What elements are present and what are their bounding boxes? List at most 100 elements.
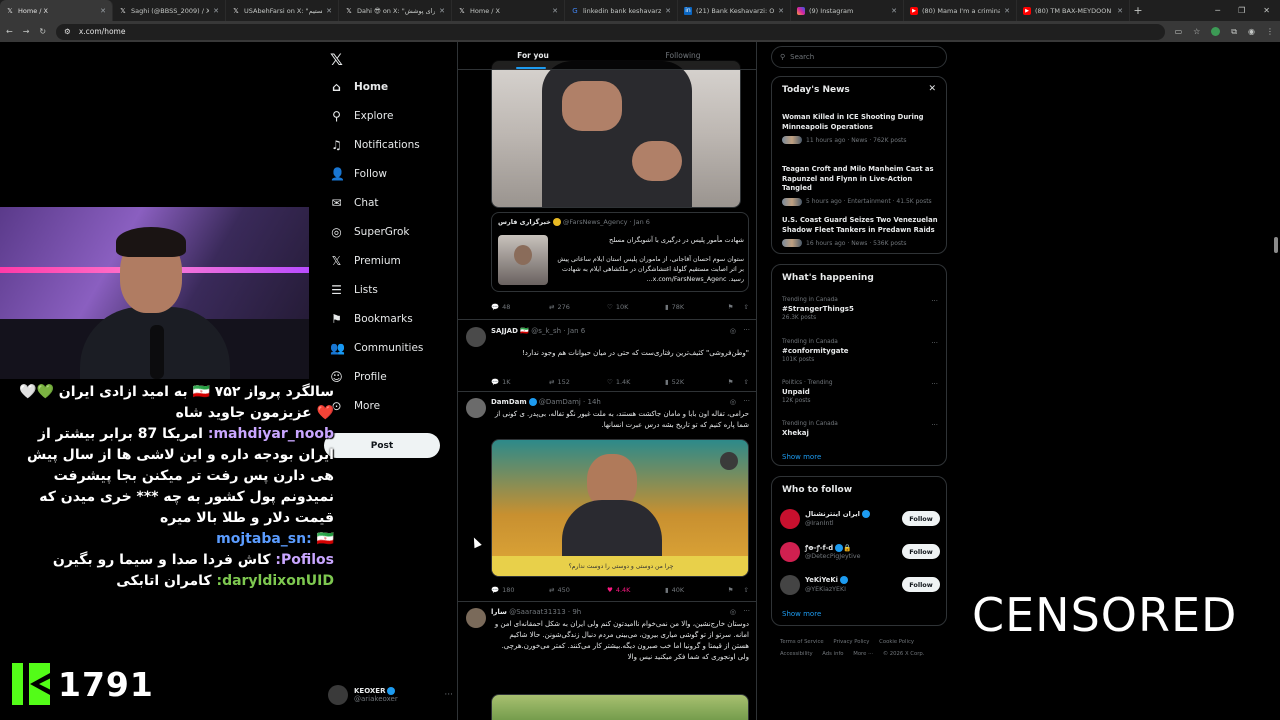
nav-more[interactable]: ⊙ More (330, 396, 380, 416)
reply-button[interactable]: 💬 180 (491, 586, 549, 594)
follow-button[interactable]: Follow (902, 577, 940, 592)
scrollbar-thumb[interactable] (1274, 237, 1278, 253)
footer-link[interactable]: Ads info (822, 651, 843, 657)
tweet-image[interactable] (491, 694, 749, 720)
reply-button[interactable]: 💬 1K (491, 378, 549, 386)
trend-item[interactable]: Trending in Canada Xhekaj ··· (782, 421, 938, 437)
nav-explore[interactable]: ⚲ Explore (330, 106, 393, 126)
reload-icon[interactable]: ↻ (39, 27, 46, 36)
show-more-link[interactable]: Show more (782, 610, 821, 618)
follow-suggestion[interactable]: ایران اینترنشنال @IranIntl Follow (780, 507, 940, 531)
search-input[interactable]: ⚲ Search (771, 46, 947, 68)
follow-suggestion[interactable]: YeKiYeKi @YEKiazYEKI Follow (780, 573, 940, 597)
quoted-tweet[interactable]: خبرگزاری فارس @FarsNews_Agency · Jan 6 ش… (491, 212, 749, 292)
close-tab-icon[interactable]: ✕ (326, 7, 332, 15)
more-options-icon[interactable]: ··· (931, 421, 938, 429)
browser-tab[interactable]: in(21) Bank Keshavarzi: Overvie✕ (678, 0, 791, 21)
tweet-image[interactable] (491, 60, 741, 208)
cast-icon[interactable]: ▭ (1175, 27, 1183, 36)
more-options-icon[interactable]: ··· (931, 297, 938, 305)
url-field[interactable]: ⚙ x.com/home (56, 23, 1165, 40)
nav-home[interactable]: ⌂ Home (330, 77, 388, 97)
more-options-icon[interactable]: ··· (743, 607, 750, 615)
browser-tab[interactable]: 𝕏 Saghi (@BBSS_2009) / X ✕ (113, 0, 226, 21)
close-tab-icon[interactable]: ✕ (891, 7, 897, 15)
footer-link[interactable]: Privacy Policy (833, 639, 869, 645)
nav-lists[interactable]: ☰ Lists (330, 280, 378, 300)
more-options-icon[interactable]: ··· (743, 397, 750, 405)
more-options-icon[interactable]: ··· (931, 380, 938, 388)
bookmark-icon[interactable]: ⚑ (728, 303, 734, 311)
browser-tab[interactable]: (9) Instagram ✕ (791, 0, 904, 21)
retweet-button[interactable]: ⇄ 276 (549, 303, 607, 311)
retweet-button[interactable]: ⇄ 450 (549, 586, 607, 594)
close-tab-icon[interactable]: ✕ (1117, 7, 1123, 15)
tweet[interactable]: سارا @Saaraat31313 · 9h ◎ ··· دوستان خار… (458, 602, 756, 720)
account-switcher[interactable]: KEOXER @ariakeoxer ··· (328, 685, 453, 705)
share-icon[interactable]: ⇧ (744, 378, 749, 386)
nav-follow[interactable]: 👤 Follow (330, 164, 387, 184)
footer-link[interactable]: Accessibility (780, 651, 813, 657)
trend-item[interactable]: Politics · Trending Unpaid 12K posts ··· (782, 380, 938, 404)
trend-item[interactable]: Trending in Canada #conformitygate 101K … (782, 339, 938, 363)
follow-suggestion[interactable]: ꝭꝋ-ꝭ-f-d 🔒 @DetecPigJeytive Follow (780, 540, 940, 564)
browser-tab[interactable]: ▶(80) TM BAX-MEYDOON OFFI✕ (1017, 0, 1130, 21)
follow-button[interactable]: Follow (902, 511, 940, 526)
tab-for-you[interactable]: For you (458, 42, 608, 69)
more-options-icon[interactable]: ··· (444, 690, 453, 700)
nav-communities[interactable]: 👥 Communities (330, 338, 423, 358)
more-options-icon[interactable]: ··· (743, 326, 750, 334)
footer-link[interactable]: Terms of Service (780, 639, 824, 645)
like-button[interactable]: ♥ 4.4K (607, 586, 665, 594)
browser-tab[interactable]: Glinkedin bank keshavarzi - Go✕ (565, 0, 678, 21)
close-tab-icon[interactable]: ✕ (552, 7, 558, 15)
views-button[interactable]: ▮ 40K (665, 586, 723, 594)
close-tab-icon[interactable]: ✕ (778, 7, 784, 15)
close-tab-icon[interactable]: ✕ (439, 7, 445, 15)
tweet[interactable]: SAJJAD 🇮🇷 @s_k_sh · Jan 6 ◎ ··· "وطن‌فرو… (458, 320, 756, 392)
share-icon[interactable]: ⇧ (744, 586, 749, 594)
x-logo-icon[interactable]: 𝕏 (330, 50, 343, 69)
forward-icon[interactable]: → (23, 27, 30, 36)
nav-bookmarks[interactable]: ⚑ Bookmarks (330, 309, 413, 329)
tweet-video[interactable]: چرا من دوستی و دوستی را دوست ندارم؟ (491, 439, 749, 577)
close-tab-icon[interactable]: ✕ (213, 7, 219, 15)
browser-menu-icon[interactable]: ⋮ (1266, 27, 1274, 36)
news-item[interactable]: Woman Killed in ICE Shooting During Minn… (782, 113, 938, 144)
grok-icon[interactable]: ◎ (730, 398, 736, 406)
more-options-icon[interactable]: ··· (931, 339, 938, 347)
new-tab-icon[interactable]: + (1130, 0, 1146, 21)
browser-tab[interactable]: 𝕏USAbehFarsi on X: "ما هستیم✕ (226, 0, 339, 21)
browser-tab[interactable]: 𝕏 Home / X ✕ (452, 0, 565, 21)
follow-button[interactable]: Follow (902, 544, 940, 559)
tweet[interactable]: خبرگزاری فارس @FarsNews_Agency · Jan 6 ش… (458, 42, 756, 320)
nav-notifications[interactable]: ♫ Notifications (330, 135, 420, 155)
avatar[interactable] (466, 398, 486, 418)
extensions-puzzle-icon[interactable]: ⧉ (1231, 27, 1237, 37)
bookmark-star-icon[interactable]: ☆ (1193, 27, 1200, 36)
nav-premium[interactable]: 𝕏 Premium (330, 251, 401, 271)
browser-tab[interactable]: 𝕏 Dahi 😎 on X: "برای پوشش ✕ (339, 0, 452, 21)
footer-link[interactable]: More ··· (853, 651, 873, 657)
close-tab-icon[interactable]: ✕ (1004, 7, 1010, 15)
like-button[interactable]: ♡ 10K (607, 303, 665, 311)
news-item[interactable]: Teagan Croft and Milo Manheim Cast as Ra… (782, 165, 938, 206)
like-button[interactable]: ♡ 1.4K (607, 378, 665, 386)
back-icon[interactable]: ← (6, 27, 13, 36)
bookmark-icon[interactable]: ⚑ (728, 378, 734, 386)
news-item[interactable]: U.S. Coast Guard Seizes Two Venezuelan S… (782, 216, 938, 247)
retweet-button[interactable]: ⇄ 152 (549, 378, 607, 386)
grok-icon[interactable]: ◎ (730, 327, 736, 335)
profile-avatar-icon[interactable]: ◉ (1248, 27, 1255, 36)
extension-icon[interactable] (1211, 27, 1221, 36)
nav-supergrok[interactable]: ◎ SuperGrok (330, 222, 409, 242)
browser-tab[interactable]: ▶(80) Mama I'm a criminal [OFF✕ (904, 0, 1017, 21)
nav-profile[interactable]: ☺ Profile (330, 367, 386, 387)
minimize-icon[interactable]: ─ (1215, 6, 1220, 15)
reply-button[interactable]: 💬 48 (491, 303, 549, 311)
tab-following[interactable]: Following (608, 42, 756, 69)
close-window-icon[interactable]: ✕ (1263, 6, 1270, 15)
post-button[interactable]: Post (324, 433, 440, 458)
views-button[interactable]: ▮ 52K (665, 378, 723, 386)
grok-icon[interactable]: ◎ (730, 608, 736, 616)
